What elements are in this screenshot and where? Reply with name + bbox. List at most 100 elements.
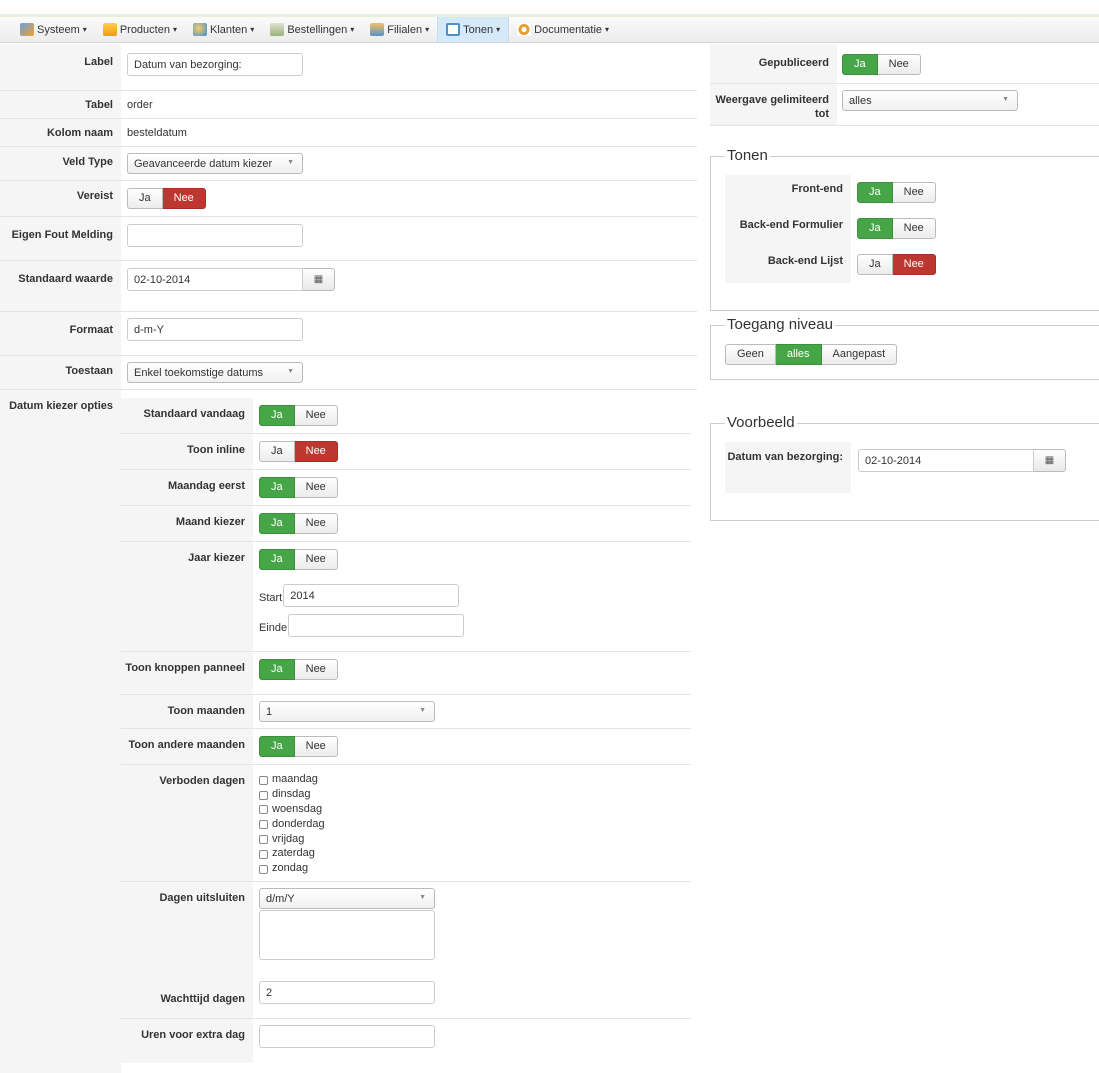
- jaar-start-label: Start: [259, 592, 283, 604]
- weergave-value: alles: [849, 95, 872, 107]
- maandag-eerst-nee-button[interactable]: Nee: [294, 477, 338, 498]
- frontend-nee-button[interactable]: Nee: [892, 182, 936, 203]
- caret-down-icon: ▾: [172, 25, 177, 34]
- dropdown-arrow-icon: ▼: [1002, 96, 1009, 103]
- maand-kiezer-nee-button[interactable]: Nee: [294, 513, 338, 534]
- dropdown-arrow-icon: ▼: [419, 894, 426, 901]
- toegang-aangepast-button[interactable]: Aangepast: [821, 344, 898, 365]
- standaard-vandaag-nee-button[interactable]: Nee: [294, 405, 338, 426]
- calendar-icon[interactable]: ▦: [1034, 449, 1066, 472]
- opt-toon-andere-maanden: Toon andere maanden Ja Nee: [121, 729, 691, 765]
- formaat-input[interactable]: d-m-Y: [127, 318, 303, 341]
- veld-type-label: Veld Type: [0, 147, 121, 180]
- checkbox-dinsdag[interactable]: dinsdag: [259, 787, 691, 802]
- toon-andere-label: Toon andere maanden: [121, 729, 253, 764]
- jaar-kiezer-ja-button[interactable]: Ja: [259, 549, 295, 570]
- checkbox-vrijdag[interactable]: vrijdag: [259, 831, 691, 846]
- menu-label: Bestellingen: [287, 23, 348, 36]
- backend-form-ja-button[interactable]: Ja: [857, 218, 893, 239]
- uren-input[interactable]: [259, 1025, 435, 1048]
- vereist-nee-button[interactable]: Nee: [162, 188, 206, 209]
- weergave-select[interactable]: alles ▼: [842, 90, 1018, 111]
- uren-label: Uren voor extra dag: [121, 1019, 253, 1063]
- veld-type-select[interactable]: Geavanceerde datum kiezer ▼: [127, 153, 303, 174]
- fout-input[interactable]: [127, 224, 303, 247]
- checkbox-donderdag[interactable]: donderdag: [259, 816, 691, 831]
- store-icon: [370, 23, 385, 36]
- menu-bestellingen[interactable]: Bestellingen ▾: [262, 17, 362, 42]
- vereist-ja-button[interactable]: Ja: [127, 188, 163, 209]
- backend-lijst-nee-button[interactable]: Nee: [892, 254, 936, 275]
- voorbeeld-date-input[interactable]: 02-10-2014: [858, 449, 1034, 472]
- menu-tonen[interactable]: Tonen ▾: [437, 17, 510, 42]
- uitsluiten-select[interactable]: d/m/Y ▼: [259, 888, 435, 909]
- menu-klanten[interactable]: Klanten ▾: [185, 17, 262, 42]
- tonen-fieldset: Tonen Front-end Back-end Formulier Back-…: [710, 147, 1099, 311]
- menu-label: Filialen: [387, 23, 423, 36]
- menu-documentatie[interactable]: Documentatie ▾: [509, 17, 617, 42]
- voorbeeld-fieldset: Voorbeeld Datum van bezorging: 02-10-201…: [710, 414, 1099, 521]
- opt-maand-kiezer: Maand kiezer Ja Nee: [121, 506, 691, 542]
- docs-icon: [517, 23, 532, 36]
- menu-filialen[interactable]: Filialen ▾: [362, 17, 437, 42]
- checkbox-zondag[interactable]: zondag: [259, 861, 691, 876]
- calendar-icon[interactable]: ▦: [303, 268, 335, 291]
- frontend-ja-button[interactable]: Ja: [857, 182, 893, 203]
- toestaan-label: Toestaan: [0, 356, 121, 389]
- backend-lijst-label: Back-end Lijst: [767, 255, 843, 267]
- order-icon: [270, 23, 285, 36]
- gepubliceerd-nee-button[interactable]: Nee: [877, 54, 921, 75]
- opt-toon-inline: Toon inline Ja Nee: [121, 434, 691, 470]
- jaar-kiezer-nee-button[interactable]: Nee: [294, 549, 338, 570]
- uitsluiten-textarea[interactable]: [259, 910, 435, 960]
- verboden-label: Verboden dagen: [121, 765, 253, 881]
- kolom-value: besteldatum: [127, 127, 187, 139]
- toon-inline-nee-button[interactable]: Nee: [294, 441, 338, 462]
- dropdown-arrow-icon: ▼: [287, 159, 294, 166]
- row-vereist: Vereist Ja Nee: [0, 181, 697, 217]
- maand-kiezer-ja-button[interactable]: Ja: [259, 513, 295, 534]
- toon-andere-nee-button[interactable]: Nee: [294, 736, 338, 757]
- row-toestaan: Toestaan Enkel toekomstige datums ▼: [0, 356, 697, 390]
- toegang-geen-button[interactable]: Geen: [725, 344, 776, 365]
- maandag-eerst-ja-button[interactable]: Ja: [259, 477, 295, 498]
- opt-standaard-vandaag: Standaard vandaag Ja Nee: [121, 398, 691, 434]
- day-label: dinsdag: [272, 788, 311, 801]
- toon-maanden-select[interactable]: 1 ▼: [259, 701, 435, 722]
- menu-label: Klanten: [209, 23, 248, 36]
- jaar-einde-input[interactable]: [288, 614, 465, 637]
- toestaan-select[interactable]: Enkel toekomstige datums ▼: [127, 362, 303, 383]
- row-veld-type: Veld Type Geavanceerde datum kiezer ▼: [0, 147, 697, 181]
- toon-knoppen-nee-button[interactable]: Nee: [294, 659, 338, 680]
- wachttijd-input[interactable]: 2: [259, 981, 435, 1004]
- standaard-label: Standaard waarde: [0, 261, 121, 311]
- toon-knoppen-label: Toon knoppen panneel: [121, 652, 253, 694]
- tabel-label: Tabel: [0, 91, 121, 118]
- toon-andere-ja-button[interactable]: Ja: [259, 736, 295, 757]
- checkbox-woensdag[interactable]: woensdag: [259, 802, 691, 817]
- backend-lijst-ja-button[interactable]: Ja: [857, 254, 893, 275]
- opt-verboden-dagen: Verboden dagen maandag dinsdag woensdag …: [121, 765, 691, 882]
- gepubliceerd-ja-button[interactable]: Ja: [842, 54, 878, 75]
- checkbox-zaterdag[interactable]: zaterdag: [259, 846, 691, 861]
- checkbox-maandag[interactable]: maandag: [259, 772, 691, 787]
- maandag-eerst-label: Maandag eerst: [121, 470, 253, 505]
- toon-inline-ja-button[interactable]: Ja: [259, 441, 295, 462]
- menu-producten[interactable]: Producten ▾: [95, 17, 185, 42]
- tabel-value: order: [127, 99, 153, 111]
- menu-systeem[interactable]: Systeem ▾: [12, 17, 95, 42]
- uitsluiten-value: d/m/Y: [266, 893, 295, 905]
- backend-form-nee-button[interactable]: Nee: [892, 218, 936, 239]
- frontend-label: Front-end: [791, 183, 843, 195]
- toegang-alles-button[interactable]: alles: [775, 344, 822, 365]
- day-label: zondag: [272, 862, 309, 875]
- standaard-date-input[interactable]: 02-10-2014: [127, 268, 303, 291]
- opties-label: Datum kiezer opties: [0, 390, 121, 1073]
- standaard-vandaag-ja-button[interactable]: Ja: [259, 405, 295, 426]
- label-input[interactable]: Datum van bezorging:: [127, 53, 303, 76]
- row-weergave: Weergave gelimiteerd tot alles ▼: [710, 84, 1099, 126]
- opt-jaar-kiezer: Jaar kiezer Ja Nee Start 2014 Einde: [121, 542, 691, 652]
- toon-knoppen-ja-button[interactable]: Ja: [259, 659, 295, 680]
- datepicker-options: Standaard vandaag Ja Nee Toon inline Ja …: [121, 398, 691, 1063]
- jaar-start-input[interactable]: 2014: [283, 584, 460, 607]
